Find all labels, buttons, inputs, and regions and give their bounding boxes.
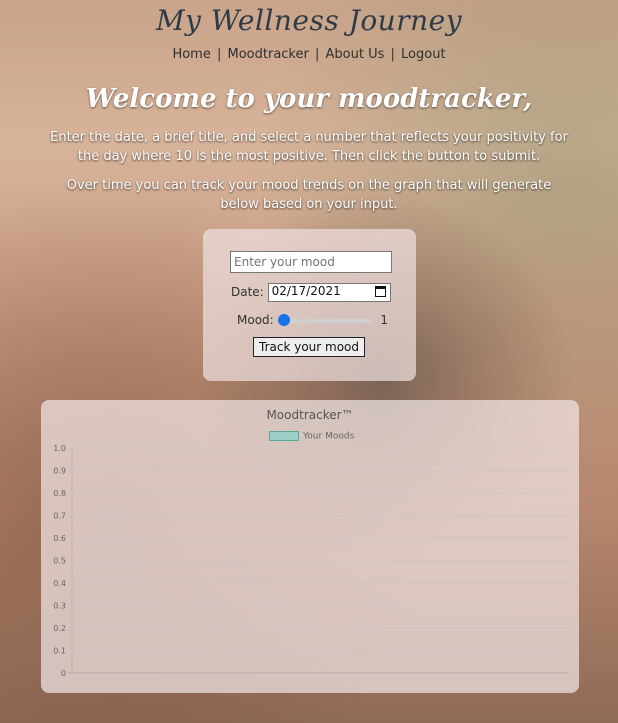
nav-separator: | (390, 47, 395, 62)
intro-text: Enter the date, a brief title, and selec… (50, 128, 568, 224)
calendar-icon[interactable] (374, 286, 386, 297)
header: My Wellness Journey Home | Moodtracker |… (0, 0, 618, 62)
y-tick-label: 0.4 (53, 579, 66, 588)
mood-row: Mood: 1 (237, 313, 388, 327)
track-mood-button[interactable]: Track your mood (253, 337, 366, 357)
nav-about-link[interactable]: About Us (326, 47, 385, 62)
mood-title-input[interactable] (230, 251, 392, 273)
page-title: Welcome to your moodtracker, (85, 84, 533, 114)
intro-paragraph: Enter the date, a brief title, and selec… (50, 130, 568, 164)
date-value: 02/17/2021 (271, 284, 341, 298)
nav-home-link[interactable]: Home (172, 47, 210, 62)
mood-form: Date: 02/17/2021 Mood: 1 Track your mood (203, 229, 416, 381)
y-tick-label: 0.7 (53, 512, 66, 521)
date-row: Date: 02/17/2021 (231, 283, 391, 302)
date-label: Date: (231, 285, 264, 299)
intro-paragraph: Over time you can track your mood trends… (66, 178, 552, 212)
y-tick-label: 0.2 (53, 624, 66, 633)
mood-label: Mood: (237, 313, 274, 327)
y-tick-label: 0 (61, 669, 66, 678)
date-input[interactable]: 02/17/2021 (267, 283, 391, 302)
mood-slider[interactable] (277, 313, 372, 326)
chart-plot: 0 0.1 0.2 0.3 0.4 0.5 0.6 0.7 0.8 0.9 1.0 (53, 444, 569, 678)
y-tick-label: 0.1 (53, 647, 66, 656)
nav-logout-link[interactable]: Logout (401, 47, 446, 62)
y-tick-label: 0.8 (53, 489, 66, 498)
y-tick-label: 0.5 (53, 557, 66, 566)
site-brand[interactable]: My Wellness Journey (0, 4, 618, 37)
y-tick-label: 1.0 (53, 444, 66, 453)
nav-separator: | (314, 47, 320, 62)
y-tick-label: 0.9 (53, 467, 66, 476)
nav-moodtracker-link[interactable]: Moodtracker (228, 47, 309, 62)
mood-chart: Moodtracker™ Your Moods 0 0.1 0.2 0.3 0.4 0.5… (41, 400, 579, 693)
y-tick-label: 0.3 (53, 602, 66, 611)
main-nav: Home | Moodtracker | About Us | Logout (0, 47, 618, 62)
mood-value: 1 (380, 313, 388, 327)
nav-separator: | (216, 47, 222, 62)
slider-thumb[interactable] (277, 313, 290, 326)
y-tick-label: 0.6 (53, 534, 66, 543)
